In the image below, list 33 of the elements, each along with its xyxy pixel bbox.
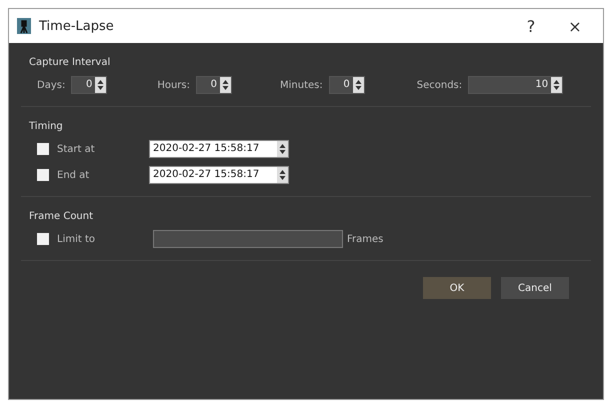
cancel-button[interactable]: Cancel	[501, 277, 569, 299]
section-title: Timing	[29, 121, 64, 132]
datetime-field[interactable]: 2020-02-27 15:58:17	[149, 166, 289, 184]
frame-limit-field[interactable]	[153, 230, 343, 248]
spin-box[interactable]: 10	[468, 76, 564, 94]
unit-label: Frames	[347, 234, 384, 244]
help-button[interactable]: ?	[513, 16, 549, 36]
checkbox-label: End at	[57, 170, 90, 180]
field-label: Minutes:	[280, 80, 323, 90]
checkbox[interactable]	[37, 169, 49, 181]
checkbox[interactable]	[37, 143, 49, 155]
field-label: Seconds:	[416, 80, 462, 90]
spin-box[interactable]: 0	[328, 76, 365, 94]
spin-arrows-icon[interactable]	[352, 77, 364, 93]
spin-box[interactable]: 0	[71, 76, 108, 94]
checkbox[interactable]	[37, 233, 49, 245]
window-title: Time-Lapse	[39, 18, 115, 34]
camera-tripod-icon	[17, 18, 31, 34]
field-label: Hours:	[157, 80, 190, 90]
datetime-field[interactable]: 2020-02-27 15:58:17	[149, 140, 289, 158]
ok-button[interactable]: OK	[423, 277, 491, 299]
checkbox-label: Limit to	[57, 234, 96, 244]
section-title: Capture Interval	[29, 57, 112, 68]
spin-arrows-icon[interactable]	[551, 77, 562, 93]
field-label: Days:	[37, 80, 66, 90]
spin-arrows-icon[interactable]	[220, 77, 231, 93]
spin-arrows-icon[interactable]	[277, 141, 288, 157]
checkbox-label: Start at	[57, 144, 96, 154]
spin-box[interactable]: 0	[196, 76, 232, 94]
section-title: Frame Count	[29, 211, 94, 222]
spin-arrows-icon[interactable]	[95, 77, 106, 93]
close-button[interactable]: ×	[557, 16, 593, 36]
spin-arrows-icon[interactable]	[277, 167, 288, 183]
